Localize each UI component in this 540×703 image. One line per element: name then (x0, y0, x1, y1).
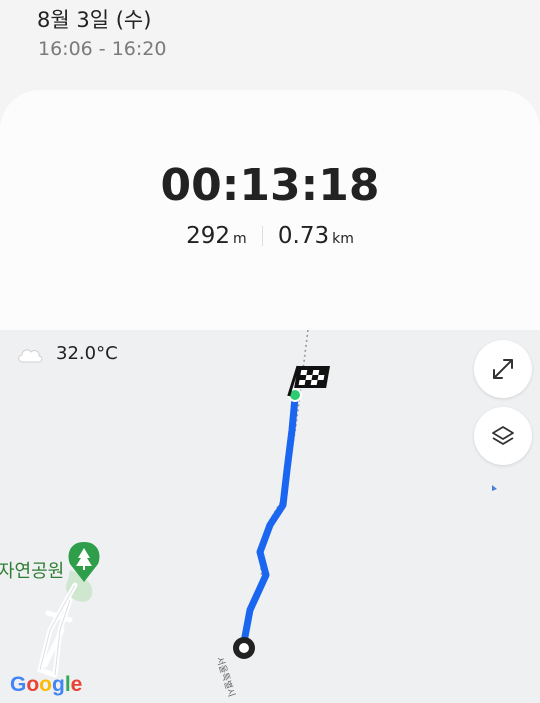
expand-icon (493, 359, 513, 379)
expand-map-button[interactable] (474, 340, 532, 398)
stat-primary-unit: m (233, 231, 247, 247)
google-logo: Google (10, 673, 83, 696)
workout-duration: 00:13:18 (160, 160, 380, 211)
stat-distance: 0.73 km (278, 223, 354, 249)
route-map[interactable]: 32.0°C 자연공원 서울특별시 Google (0, 330, 540, 703)
layers-icon (492, 426, 514, 445)
workout-header: 8월 3일 (수) 16:06 - 16:20 (0, 0, 540, 90)
map-canvas (37, 330, 497, 678)
stat-primary: 292 m (186, 223, 247, 249)
workout-date: 8월 3일 (수) (37, 8, 152, 32)
stat-distance-unit: km (332, 231, 354, 247)
workout-time-range: 16:06 - 16:20 (38, 38, 167, 60)
workout-summary-card: 00:13:18 292 m 0.73 km (0, 90, 540, 340)
park-label: 자연공원 (0, 561, 65, 582)
temperature-text: 32.0°C (56, 343, 118, 364)
cloud-icon (18, 349, 43, 363)
workout-stats: 292 m 0.73 km (0, 223, 540, 249)
stat-distance-value: 0.73 (277, 223, 330, 249)
stat-primary-value: 292 (186, 223, 231, 249)
stat-divider (261, 226, 263, 246)
park-paths (37, 582, 78, 678)
direction-arrow (492, 485, 497, 491)
route-line (240, 394, 299, 646)
map-layers-button[interactable] (474, 407, 532, 465)
